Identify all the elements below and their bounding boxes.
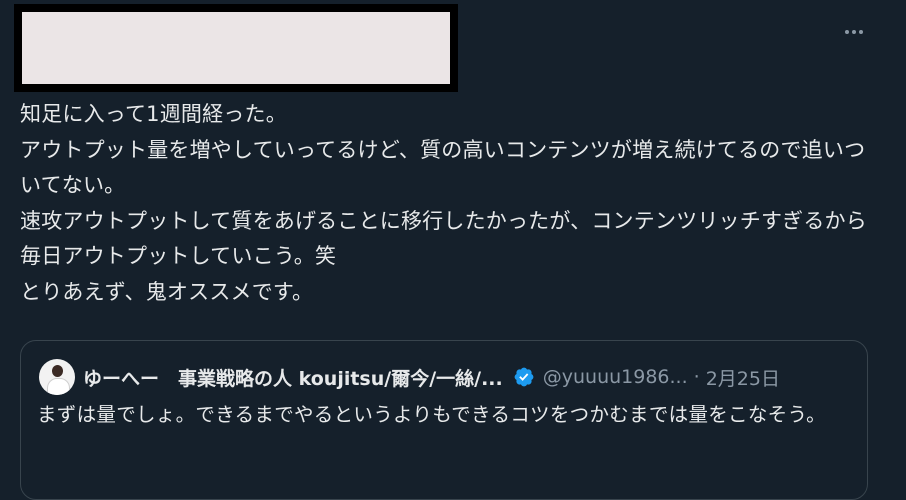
redaction-overlay <box>22 12 450 84</box>
more-options-button[interactable] <box>838 18 870 46</box>
avatar-body <box>47 378 70 395</box>
quoted-handle[interactable]: @yuuuu1986... <box>543 366 688 388</box>
tweet-text: 知足に入って1週間経った。 アウトプット量を増やしていってるけど、質の高いコンテ… <box>20 102 867 304</box>
quoted-tweet-header: ゆーへー 事業戦略の人 koujitsu/爾今/一絲/... @yuuuu198… <box>39 359 859 395</box>
more-dot-icon <box>845 30 849 34</box>
separator-dot: · <box>693 366 700 388</box>
verified-badge-icon <box>514 367 534 387</box>
quoted-display-name[interactable]: ゆーへー 事業戦略の人 koujitsu/爾今/一絲/... <box>83 364 503 391</box>
avatar[interactable] <box>39 359 75 395</box>
avatar-head <box>52 365 63 377</box>
quoted-date[interactable]: 2月25日 <box>706 364 780 391</box>
redacted-author-block <box>14 4 458 92</box>
more-dot-icon <box>852 30 856 34</box>
quoted-tweet-text: まずは量でしょ。できるまでやるというよりもできるコツをつかむまでは量をこなそう。 <box>37 403 826 426</box>
quoted-tweet-card[interactable]: ゆーへー 事業戦略の人 koujitsu/爾今/一絲/... @yuuuu198… <box>20 340 868 500</box>
more-dot-icon <box>859 30 863 34</box>
